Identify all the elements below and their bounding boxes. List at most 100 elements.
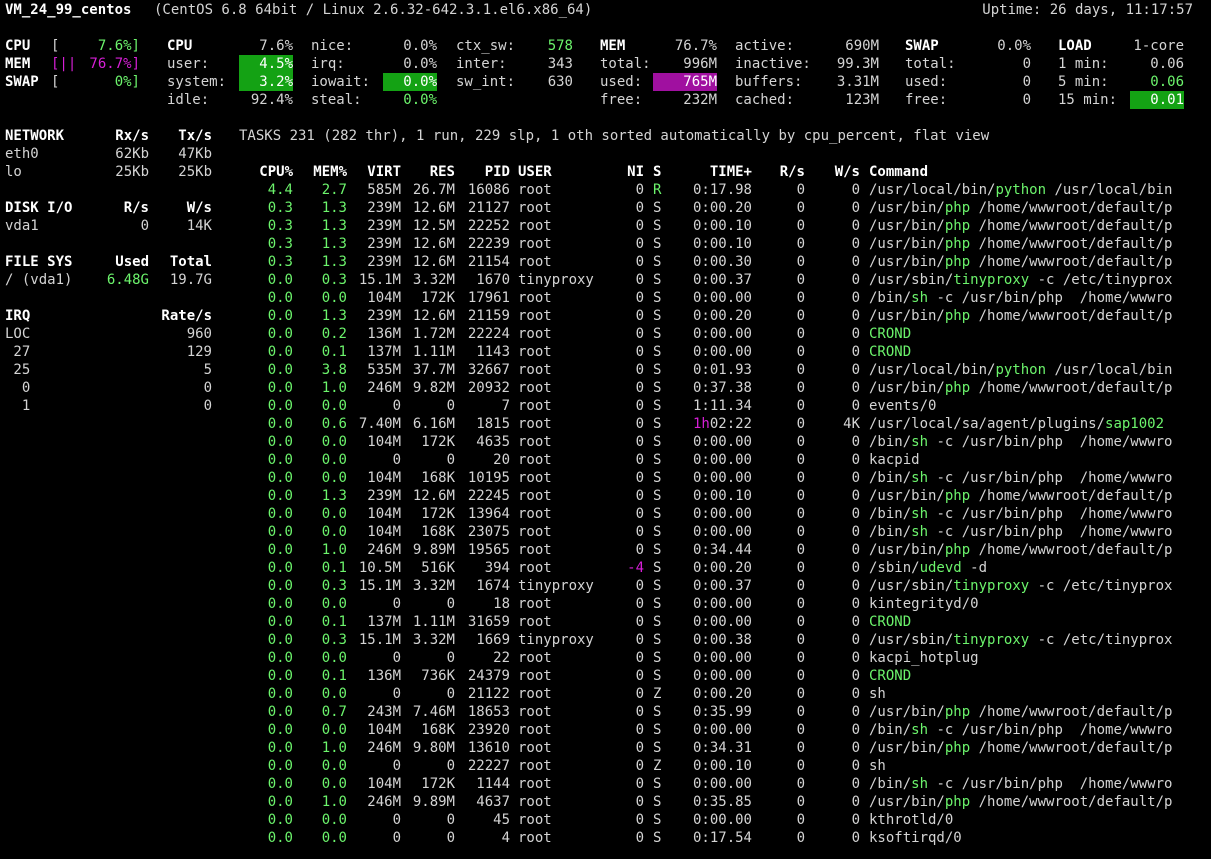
proc-command: /bin/sh -c /usr/bin/php /home/wwwro xyxy=(869,523,1193,541)
proc-res: 0 xyxy=(446,596,455,612)
proc-command-part: /usr/bin/ xyxy=(869,218,945,234)
proc-time-value: 0:35.99 xyxy=(692,704,752,720)
cpu-ctxsw-value: 578 xyxy=(547,38,573,54)
proc-res: 0 xyxy=(446,758,455,774)
proc-write: 0 xyxy=(851,290,860,306)
proc-write: 0 xyxy=(851,632,860,648)
proc-write: 0 xyxy=(851,380,860,396)
col-status[interactable]: S xyxy=(653,163,661,181)
uptime: Uptime: 26 days, 11:17:57 xyxy=(982,2,1193,18)
proc-command-name: php xyxy=(944,200,971,216)
proc-command-name: sh xyxy=(911,776,929,792)
proc-mem: 0.0 xyxy=(321,758,347,774)
proc-read: 0 xyxy=(796,326,805,342)
proc-mem: 0.0 xyxy=(321,830,347,846)
proc-time: 0:00.00 xyxy=(680,433,752,451)
proc-nice: 0 xyxy=(635,308,644,324)
proc-virt: 239M xyxy=(367,218,401,234)
proc-res: 3.32M xyxy=(412,272,455,288)
proc-time: 0:34.44 xyxy=(680,541,752,559)
col-pid[interactable]: PID xyxy=(460,163,510,181)
proc-virt: 136M xyxy=(367,668,401,684)
col-res[interactable]: RES xyxy=(405,163,455,181)
proc-command-part: /usr/bin/ xyxy=(869,794,945,810)
col-cpu[interactable]: CPU% xyxy=(250,163,293,181)
proc-command-name: udevd xyxy=(919,560,962,576)
col-mem[interactable]: MEM% xyxy=(300,163,347,181)
proc-read: 0 xyxy=(796,506,805,522)
proc-command-name: CROND xyxy=(869,344,912,360)
proc-command-part: /bin/ xyxy=(869,776,912,792)
col-time[interactable]: TIME+ xyxy=(680,163,752,181)
proc-user: root xyxy=(518,398,552,414)
proc-user: root xyxy=(518,182,552,198)
proc-time-value: 0:00.00 xyxy=(692,434,752,450)
proc-cpu: 0.3 xyxy=(267,200,293,216)
proc-time-value: 0:00.00 xyxy=(692,524,752,540)
proc-res: 12.6M xyxy=(412,254,455,270)
proc-cpu: 0.0 xyxy=(267,722,293,738)
col-virt[interactable]: VIRT xyxy=(355,163,401,181)
proc-mem: 1.0 xyxy=(321,740,347,756)
fs-total: 19.7G xyxy=(169,272,212,288)
col-user[interactable]: USER xyxy=(518,163,552,181)
proc-command-name: php xyxy=(944,380,971,396)
proc-command: sh xyxy=(869,685,1193,703)
proc-res: 516K xyxy=(421,560,455,576)
proc-status: S xyxy=(653,254,662,270)
proc-write: 0 xyxy=(851,362,860,378)
proc-command-part: /usr/bin/ xyxy=(869,236,945,252)
proc-command-part: /home/wwwroot/default/p xyxy=(970,740,1173,756)
proc-status: S xyxy=(653,308,662,324)
proc-cpu: 0.0 xyxy=(267,398,293,414)
proc-res: 3.32M xyxy=(412,578,455,594)
proc-time: 0:00.10 xyxy=(680,217,752,235)
proc-read: 0 xyxy=(796,218,805,234)
col-write[interactable]: W/s xyxy=(815,163,860,181)
load-5min-label: 5 min: xyxy=(1058,74,1109,90)
proc-command: /bin/sh -c /usr/bin/php /home/wwwro xyxy=(869,505,1193,523)
col-command[interactable]: Command xyxy=(869,163,928,181)
cpu-ctxsw-label: ctx_sw: xyxy=(456,38,516,54)
proc-time-value: 0:00.10 xyxy=(692,236,752,252)
proc-res: 7.46M xyxy=(412,704,455,720)
proc-write: 0 xyxy=(851,830,860,846)
proc-nice: 0 xyxy=(635,830,644,846)
cpu-user-value: 4.5% xyxy=(239,55,293,73)
fs-name: / (vda1) xyxy=(5,272,73,288)
irq-rate: 129 xyxy=(186,344,212,360)
proc-time: 0:00.38 xyxy=(680,631,752,649)
proc-command-part: kintegrityd/0 xyxy=(869,596,979,612)
proc-time: 0:00.20 xyxy=(680,559,752,577)
proc-user: root xyxy=(518,722,552,738)
proc-write: 0 xyxy=(851,758,860,774)
disk-write-header: W/s xyxy=(186,200,212,216)
mem-used-value: 765M xyxy=(653,73,717,91)
proc-command-name: php xyxy=(944,236,971,252)
proc-time: 0:00.00 xyxy=(680,451,752,469)
proc-time: 0:34.31 xyxy=(680,739,752,757)
load-15min-label: 15 min: xyxy=(1058,92,1118,108)
col-read[interactable]: R/s xyxy=(765,163,805,181)
proc-read: 0 xyxy=(796,668,805,684)
proc-cpu: 0.0 xyxy=(267,416,293,432)
proc-status: S xyxy=(653,524,662,540)
proc-command-name: tinyproxy xyxy=(953,632,1030,648)
proc-time: 0:00.00 xyxy=(680,595,752,613)
tasks-summary: TASKS 231 (282 thr), 1 run, 229 slp, 1 o… xyxy=(239,128,990,144)
proc-read: 0 xyxy=(796,704,805,720)
proc-nice: 0 xyxy=(635,542,644,558)
proc-res: 172K xyxy=(421,434,455,450)
proc-command-part: kacpi_hotplug xyxy=(869,650,979,666)
proc-read: 0 xyxy=(796,596,805,612)
col-ni[interactable]: NI xyxy=(615,163,644,181)
proc-virt: 246M xyxy=(367,794,401,810)
proc-time-value: 0:01.93 xyxy=(692,362,752,378)
proc-user: tinyproxy xyxy=(518,632,594,648)
proc-write: 0 xyxy=(851,686,860,702)
proc-status: S xyxy=(653,830,662,846)
proc-command: kacpi_hotplug xyxy=(869,649,1193,667)
proc-nice: 0 xyxy=(635,380,644,396)
proc-write: 0 xyxy=(851,578,860,594)
proc-nice: 0 xyxy=(635,182,644,198)
